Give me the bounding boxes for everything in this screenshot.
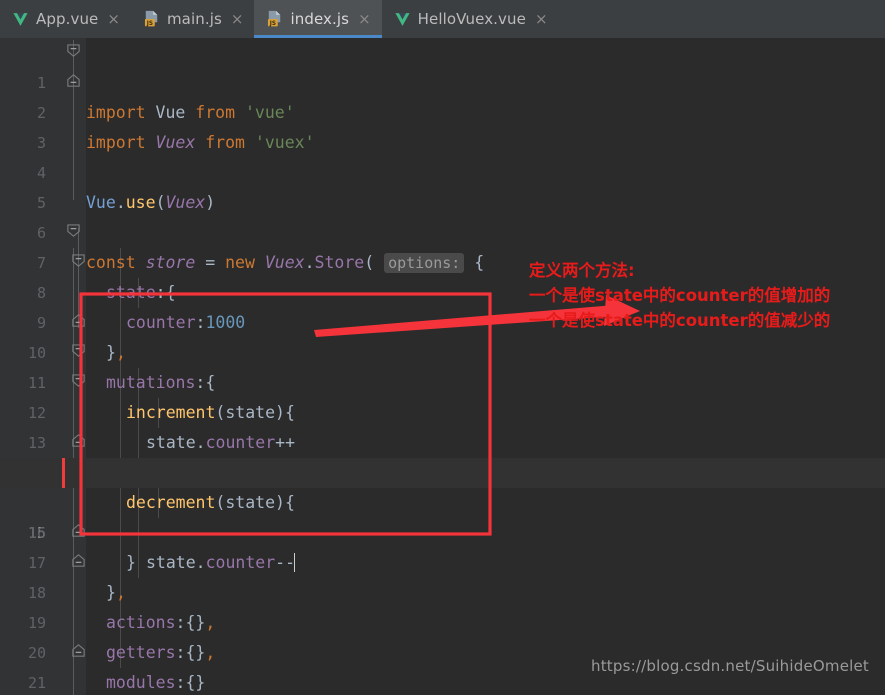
- code-line[interactable]: 20 modules:{}: [0, 608, 885, 692]
- code-line[interactable]: 12 state.counter++: [0, 368, 885, 452]
- code-line[interactable]: 19 getters:{},: [0, 578, 885, 662]
- watermark-url: https://blog.csdn.net/SuihideOmelet: [591, 657, 869, 675]
- current-line-marker: [62, 458, 65, 488]
- vue-file-icon: [394, 11, 411, 28]
- tab-label: App.vue: [36, 10, 99, 28]
- svg-text:JS: JS: [269, 21, 276, 27]
- code-line[interactable]: 13 },: [0, 398, 885, 482]
- code-line[interactable]: 5: [0, 158, 885, 212]
- tab-label: index.js: [290, 10, 350, 28]
- code-line[interactable]: 10 mutations:{: [0, 308, 885, 392]
- tab-index-js[interactable]: JS index.js ×: [254, 0, 382, 38]
- code-line-current[interactable]: 15 state.counter--: [0, 458, 885, 572]
- code-editor[interactable]: 1 import Vue from 'vue' 2 import Vuex fr…: [0, 38, 885, 695]
- code-line[interactable]: 3: [0, 98, 885, 152]
- code-line[interactable]: 14 decrement(state){: [0, 428, 885, 512]
- tab-label: main.js: [166, 10, 222, 28]
- code-line[interactable]: 16 }: [0, 488, 885, 572]
- code-line[interactable]: 17 },: [0, 518, 885, 602]
- tab-label: HelloVuex.vue: [417, 10, 526, 28]
- close-icon[interactable]: ×: [535, 11, 548, 27]
- ide-window: App.vue × JS main.js × JS index.js × Hel…: [0, 0, 885, 695]
- js-file-icon: JS: [143, 10, 160, 28]
- js-file-icon: JS: [266, 10, 283, 28]
- code-line[interactable]: 8 counter:1000: [0, 248, 885, 332]
- code-line[interactable]: 18 actions:{},: [0, 548, 885, 632]
- editor-tab-bar: App.vue × JS main.js × JS index.js × Hel…: [0, 0, 885, 38]
- code-line[interactable]: 9 },: [0, 278, 885, 362]
- code-line[interactable]: 6 const store = new Vuex.Store( options:…: [0, 188, 885, 273]
- code-line[interactable]: 2 import Vuex from 'vuex': [0, 68, 885, 152]
- tab-main-js[interactable]: JS main.js ×: [131, 0, 255, 38]
- vue-file-icon: [12, 11, 29, 28]
- close-icon[interactable]: ×: [231, 11, 244, 27]
- close-icon[interactable]: ×: [107, 11, 120, 27]
- code-line[interactable]: 11 increment(state){: [0, 338, 885, 422]
- svg-text:JS: JS: [146, 21, 153, 27]
- code-line[interactable]: 1 import Vue from 'vue': [0, 38, 885, 122]
- code-lines[interactable]: 1 import Vue from 'vue' 2 import Vuex fr…: [0, 38, 885, 695]
- close-icon[interactable]: ×: [358, 11, 371, 27]
- code-line[interactable]: 4 Vue.use(Vuex): [0, 128, 885, 212]
- tab-hellovuex-vue[interactable]: HelloVuex.vue ×: [382, 0, 559, 38]
- code-line[interactable]: 7 state:{: [0, 218, 885, 302]
- tab-app-vue[interactable]: App.vue ×: [0, 0, 131, 38]
